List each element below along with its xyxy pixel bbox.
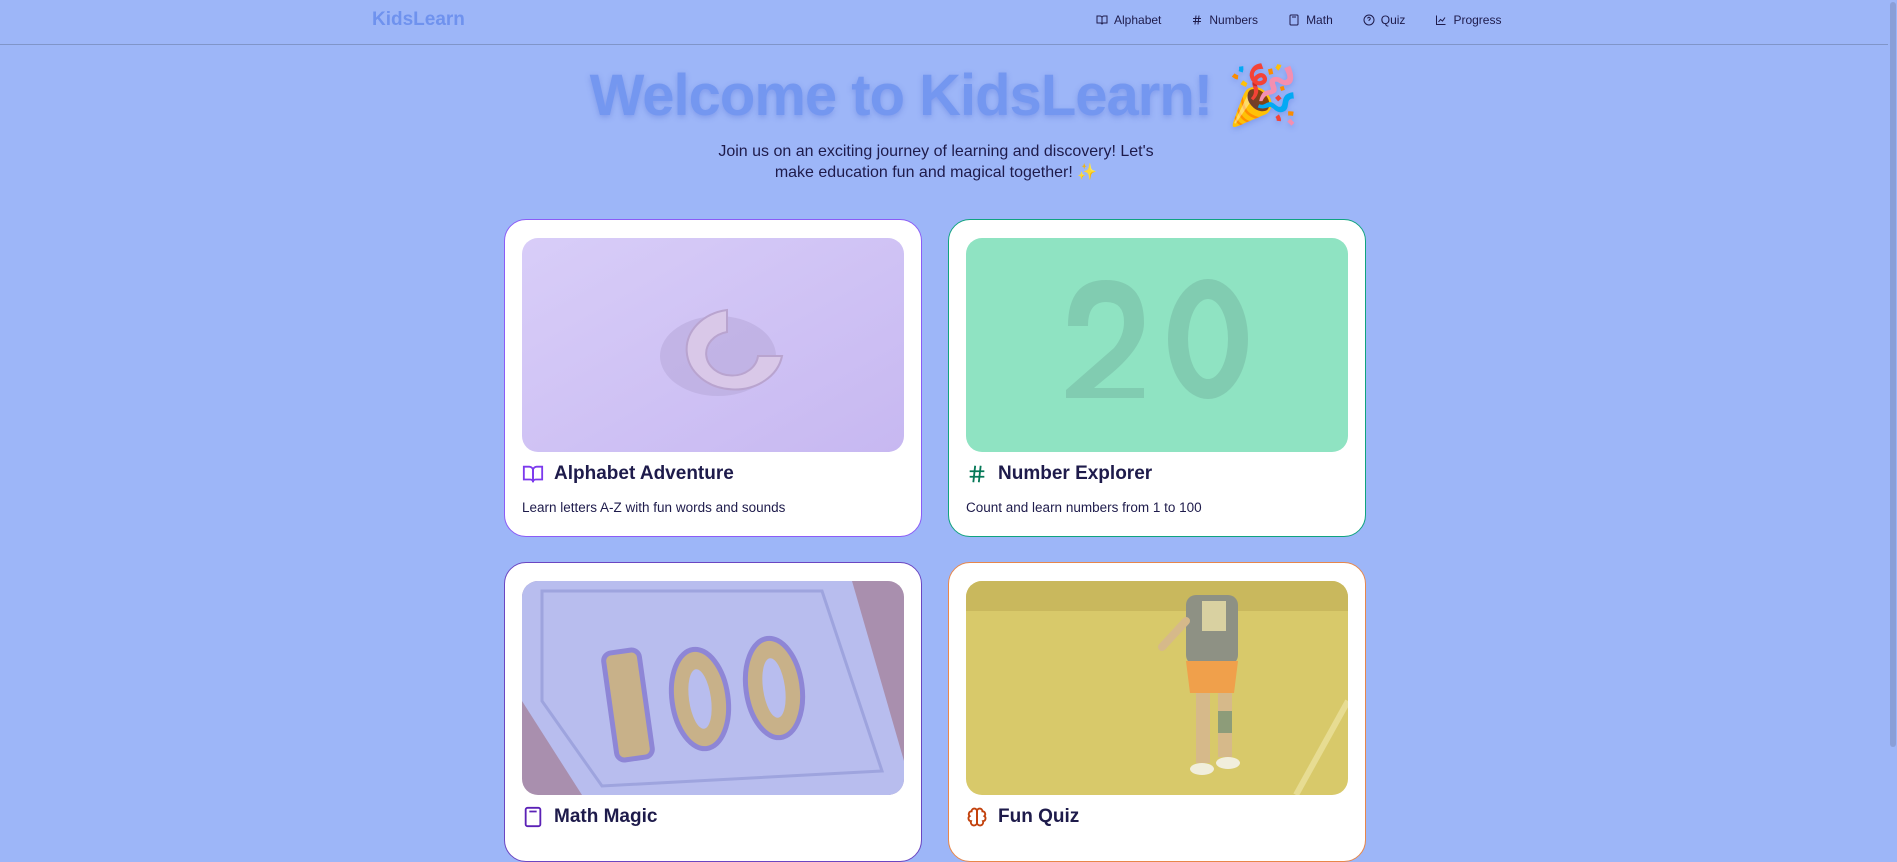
card-fun-quiz[interactable]: Fun Quiz: [948, 562, 1366, 862]
hash-icon: [1193, 15, 1202, 25]
card-title: Alphabet Adventure: [522, 463, 734, 485]
card-title-text: Number Explorer: [998, 463, 1153, 484]
hash-icon: [969, 465, 985, 483]
hero-title: Welcome to KidsLearn! 🎉: [589, 63, 1300, 128]
book-icon: [522, 465, 544, 483]
chart-icon: [1436, 15, 1446, 25]
card-title-text: Fun Quiz: [998, 806, 1080, 827]
card-alphabet-adventure[interactable]: Alphabet Adventure Learn letters A-Z wit…: [504, 219, 922, 537]
card-image-letter-c: [522, 238, 904, 452]
nav-links: Alphabet Numbers Math Quiz Progress: [1096, 13, 1531, 27]
nav-link-numbers[interactable]: Numbers: [1191, 13, 1258, 27]
card-title: Number Explorer: [966, 463, 1152, 485]
nav-link-label: Math: [1306, 13, 1333, 27]
brain-icon: [967, 807, 987, 827]
quiz-icon: [1363, 14, 1375, 26]
card-image-runner: [966, 581, 1348, 795]
nav-link-alphabet[interactable]: Alphabet: [1096, 13, 1161, 27]
nav-link-label: Quiz: [1380, 13, 1406, 27]
top-navbar: KidsLearn Alphabet Numbers Math Quiz Pro…: [0, 0, 1888, 45]
page-scrollbar[interactable]: [1888, 0, 1897, 840]
card-title: Math Magic: [522, 806, 657, 828]
card-title: Fun Quiz: [966, 806, 1079, 828]
card-description: Count and learn numbers from 1 to 100: [966, 500, 1202, 515]
calculator-icon: [524, 806, 542, 828]
hero-subtitle: Join us on an exciting journey of learni…: [718, 143, 1154, 181]
nav-link-progress[interactable]: Progress: [1435, 13, 1501, 27]
scrollbar-thumb[interactable]: [1890, 2, 1896, 747]
card-description: Learn letters A-Z with fun words and sou…: [522, 500, 786, 515]
card-title-text: Alphabet Adventure: [554, 463, 734, 484]
card-image-number-20: [966, 238, 1348, 452]
nav-link-label: Numbers: [1209, 13, 1259, 27]
nav-link-math[interactable]: Math: [1288, 13, 1333, 27]
brand-logo[interactable]: KidsLearn: [372, 9, 465, 31]
nav-link-label: Progress: [1453, 13, 1502, 27]
nav-link-quiz[interactable]: Quiz: [1363, 13, 1406, 27]
calculator-icon: [1289, 14, 1299, 26]
book-icon: [1096, 15, 1108, 25]
card-title-text: Math Magic: [554, 806, 658, 827]
card-number-explorer[interactable]: Number Explorer Count and learn numbers …: [948, 219, 1366, 537]
card-math-magic[interactable]: Math Magic: [504, 562, 922, 862]
nav-link-label: Alphabet: [1114, 13, 1162, 27]
card-image-banknote-100: [522, 581, 904, 795]
